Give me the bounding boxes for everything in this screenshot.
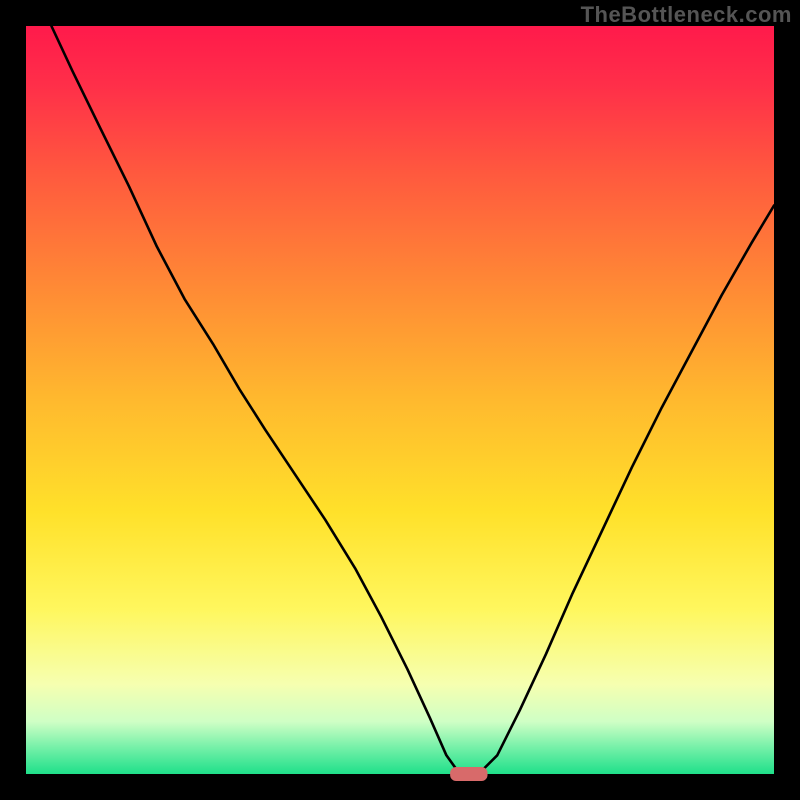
chart-frame: TheBottleneck.com [0,0,800,800]
bottleneck-chart [0,0,800,800]
watermark-text: TheBottleneck.com [581,2,792,28]
chart-gradient-bg [26,26,774,774]
optimal-marker [450,767,487,781]
